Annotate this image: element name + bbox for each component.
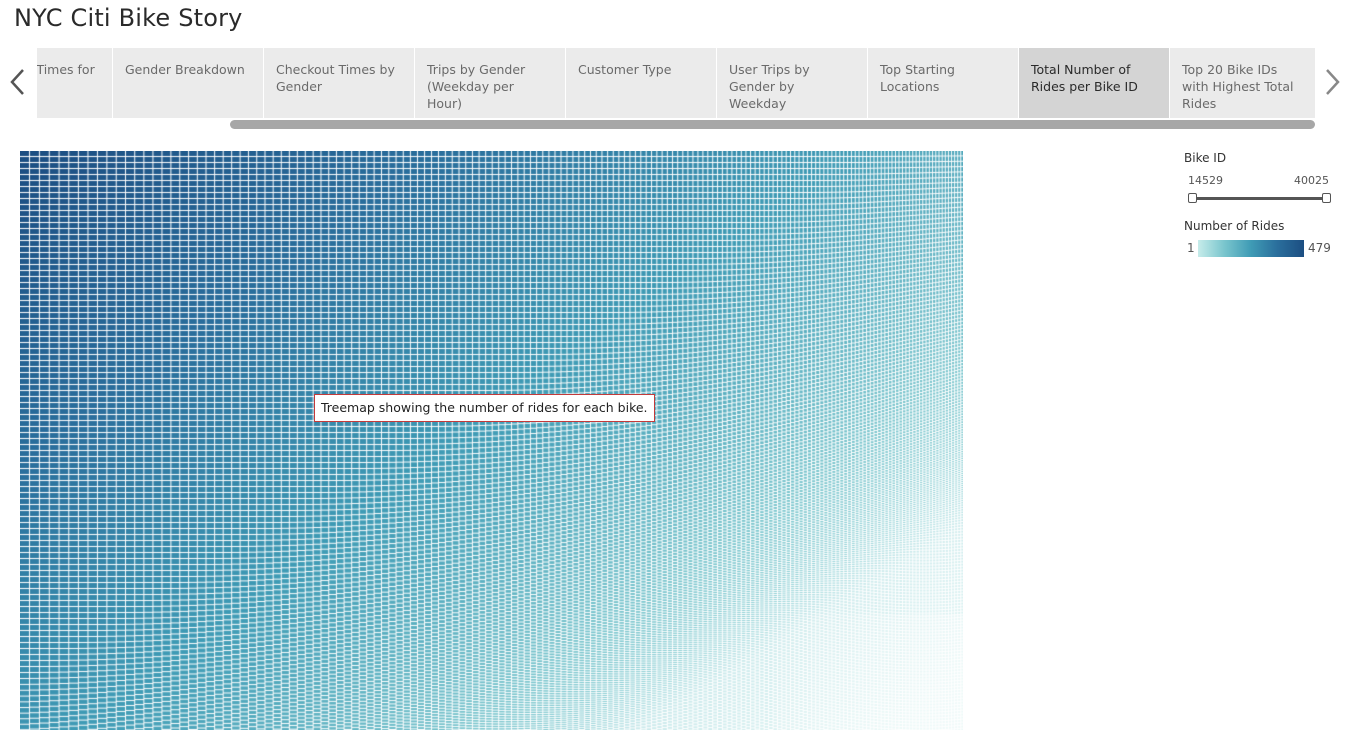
range-line [1192, 197, 1326, 200]
scrollbar-thumb[interactable] [230, 120, 1315, 129]
bike-id-filter-title: Bike ID [1184, 151, 1227, 165]
color-legend-max: 479 [1308, 241, 1331, 255]
story-title: NYC Citi Bike Story [14, 4, 243, 32]
tab-customer-type[interactable]: Customer Type [566, 48, 716, 118]
tab-label: Checkout Times for [37, 62, 95, 77]
tab-total-rides-per-bike[interactable]: Total Number of Rides per Bike ID [1019, 48, 1169, 118]
tab-label: Trips by Gender (Weekday per Hour) [427, 62, 526, 111]
chevron-right-icon[interactable] [1322, 66, 1342, 98]
tab-label: Checkout Times by Gender [276, 62, 395, 94]
tab-user-trips-by-weekday[interactable]: User Trips by Gender by Weekday [717, 48, 867, 118]
bike-id-max: 40025 [1294, 174, 1329, 187]
tab-top-starting-locations[interactable]: Top Starting Locations [868, 48, 1018, 118]
tab-checkout-times-by-gender[interactable]: Checkout Times by Gender [264, 48, 414, 118]
tab-gender-breakdown[interactable]: Gender Breakdown [113, 48, 263, 118]
bike-id-range-slider[interactable] [1188, 192, 1331, 206]
tab-label: Total Number of Rides per Bike ID [1031, 62, 1138, 94]
story-caption: Treemap showing the number of rides for … [314, 394, 655, 422]
story-tabs: Checkout Times for Gender Breakdown Chec… [37, 48, 1315, 118]
tab-trips-by-gender[interactable]: Trips by Gender (Weekday per Hour) [415, 48, 565, 118]
rides-treemap[interactable] [20, 151, 963, 730]
color-legend-title: Number of Rides [1184, 219, 1285, 233]
tab-label: Top 20 Bike IDs with Highest Total Rides [1182, 62, 1294, 111]
color-legend-min: 1 [1187, 241, 1195, 255]
tabs-scrollbar[interactable] [37, 120, 1315, 129]
range-handle-max[interactable] [1322, 193, 1331, 203]
color-legend-bar [1198, 240, 1304, 257]
tab-checkout-times[interactable]: Checkout Times for [37, 48, 112, 118]
chevron-left-icon[interactable] [8, 66, 28, 98]
treemap-canvas[interactable] [20, 151, 963, 730]
tab-label: Customer Type [578, 62, 672, 77]
range-handle-min[interactable] [1188, 193, 1197, 203]
tab-label: Top Starting Locations [880, 62, 955, 94]
bike-id-min: 14529 [1188, 174, 1223, 187]
tab-top-20-bike-ids[interactable]: Top 20 Bike IDs with Highest Total Rides [1170, 48, 1315, 118]
tab-label: Gender Breakdown [125, 62, 245, 77]
tab-label: User Trips by Gender by Weekday [729, 62, 810, 111]
